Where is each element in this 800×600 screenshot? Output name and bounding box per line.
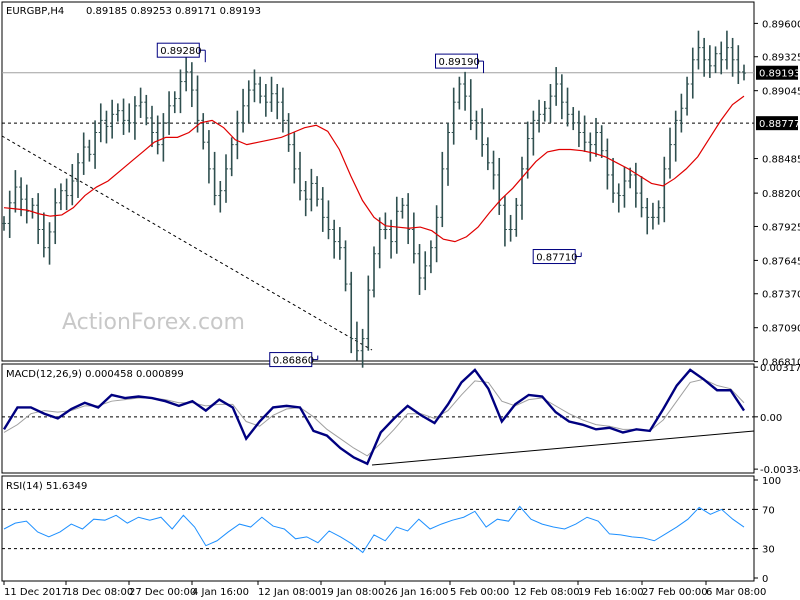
ma-line <box>3 95 745 243</box>
rsi-axis: 100 70 30 0 <box>754 476 781 585</box>
macd-pane-frame <box>1 363 755 474</box>
chart-canvas: EURGBP,H4 0.89185 0.89253 0.89171 0.8919… <box>1 1 800 598</box>
macd-tick-label: 0.003177 <box>760 363 800 374</box>
price-axis: 0.89600 0.89325 0.89045 0.88485 0.88200 0.879… <box>754 19 800 369</box>
time-tick-label: 26 Jan 16:00 <box>385 587 448 598</box>
annotation-label: 0.89190 <box>439 57 480 68</box>
price-tick-label: 0.88485 <box>762 155 800 166</box>
time-tick-label: 11 Dec 2017 <box>4 587 68 598</box>
price-tick-label: 0.89045 <box>762 87 800 98</box>
time-tick-label: 4 Jan 16:00 <box>192 587 249 598</box>
price-tick-label: 0.89325 <box>762 53 800 64</box>
rsi-tick-label: 70 <box>762 505 775 516</box>
rsi-tick-label: 0 <box>762 574 768 585</box>
rsi-levels <box>2 508 754 550</box>
rsi-series-line <box>3 505 745 554</box>
time-tick-label: 6 Mar 08:00 <box>706 587 766 598</box>
macd-trendline <box>371 430 755 466</box>
annotation-label: 0.87710 <box>536 253 577 264</box>
time-tick-label: 5 Feb 00:00 <box>450 587 509 598</box>
rsi-pane-frame <box>1 475 755 582</box>
time-tick-label: 27 Feb 00:00 <box>642 587 708 598</box>
current-price-text: 0.89193 <box>759 69 800 80</box>
time-tick-label: 19 Jan 08:00 <box>321 587 384 598</box>
macd-axis: 0.003177 0.00 -0.003344 <box>754 363 800 476</box>
level-price-text: 0.88777 <box>759 119 800 130</box>
rsi-line <box>3 505 745 554</box>
time-tick-label: 18 Dec 08:00 <box>66 587 133 598</box>
annotation-label: 0.86860 <box>273 356 314 367</box>
price-tick-label: 0.89600 <box>762 19 800 30</box>
symbol-label: EURGBP,H4 <box>6 6 64 17</box>
watermark-text: ActionForex.com <box>62 310 245 335</box>
moving-average <box>3 95 745 243</box>
rsi-tick-label: 100 <box>762 476 781 487</box>
rsi-title: RSI(14) 51.6349 <box>6 481 87 492</box>
macd-signal-line <box>3 378 745 457</box>
time-tick-label: 19 Feb 16:00 <box>578 587 644 598</box>
price-tick-label: 0.87090 <box>762 324 800 335</box>
macd-title: MACD(12,26,9) 0.000458 0.000899 <box>6 369 184 380</box>
time-tick-label: 12 Jan 08:00 <box>258 587 321 598</box>
rsi-tick-label: 30 <box>762 545 775 556</box>
macd-tick-label: 0.00 <box>760 413 782 424</box>
price-tick-label: 0.88200 <box>762 189 800 200</box>
price-tick-label: 0.87925 <box>762 222 800 233</box>
price-tick-label: 0.87370 <box>762 290 800 301</box>
time-tick-label: 27 Dec 00:00 <box>129 587 196 598</box>
annotation-label: 0.89280 <box>160 46 201 57</box>
time-tick-label: 12 Feb 08:00 <box>514 587 580 598</box>
time-axis: 11 Dec 201718 Dec 08:0027 Dec 00:004 Jan… <box>3 581 766 598</box>
ohlc-label: 0.89185 0.89253 0.89171 0.89193 <box>86 6 261 17</box>
macd-tick-label: -0.003344 <box>760 465 800 476</box>
price-tick-label: 0.87645 <box>762 256 800 267</box>
